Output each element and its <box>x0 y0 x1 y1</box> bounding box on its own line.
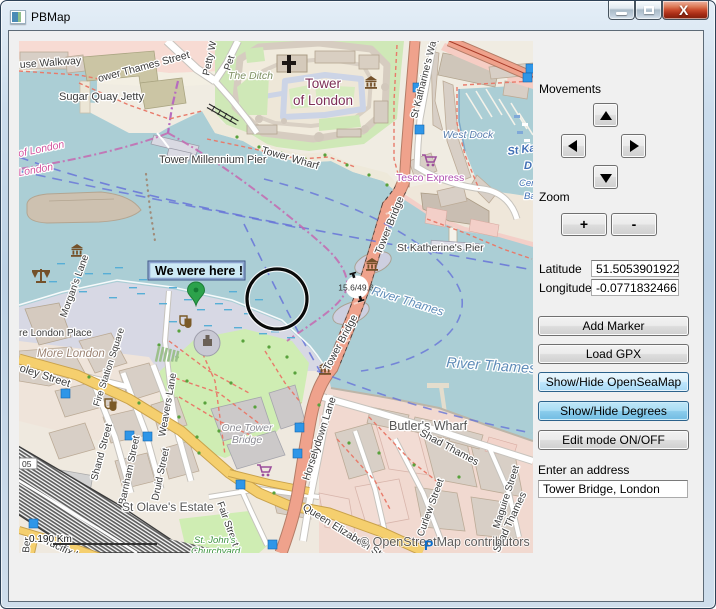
svg-text:St. John's: St. John's <box>194 535 236 546</box>
svg-text:Tower Millennium Pier: Tower Millennium Pier <box>159 154 267 166</box>
svg-text:15.6/49.6: 15.6/49.6 <box>338 283 374 293</box>
svg-text:Bridge: Bridge <box>232 434 263 446</box>
svg-text:The Ditch: The Ditch <box>228 70 273 82</box>
svg-text:D: D <box>524 160 532 172</box>
svg-text:© OpenStreetMap contributors: © OpenStreetMap contributors <box>360 535 530 549</box>
svg-text:More London: More London <box>37 348 105 360</box>
svg-text:We were here !: We were here ! <box>155 264 243 278</box>
svg-text:Ba: Ba <box>524 191 533 202</box>
svg-text:St Olave's Estate: St Olave's Estate <box>122 500 214 514</box>
svg-text:Tower: Tower <box>305 76 342 91</box>
svg-text:One Tower: One Tower <box>222 422 273 434</box>
svg-text:re London Place: re London Place <box>19 328 92 339</box>
svg-text:P: P <box>424 537 433 553</box>
svg-text:05: 05 <box>22 459 32 469</box>
svg-text:West Dock: West Dock <box>443 129 494 141</box>
svg-text:Cen: Cen <box>519 178 533 189</box>
svg-text:St Katherine's Pier: St Katherine's Pier <box>397 242 484 254</box>
svg-text:Sugar Quay Jetty: Sugar Quay Jetty <box>59 91 144 103</box>
svg-text:of London: of London <box>293 93 353 108</box>
svg-text:Tesco Express: Tesco Express <box>396 172 464 184</box>
svg-text:Churchyard: Churchyard <box>191 546 241 553</box>
